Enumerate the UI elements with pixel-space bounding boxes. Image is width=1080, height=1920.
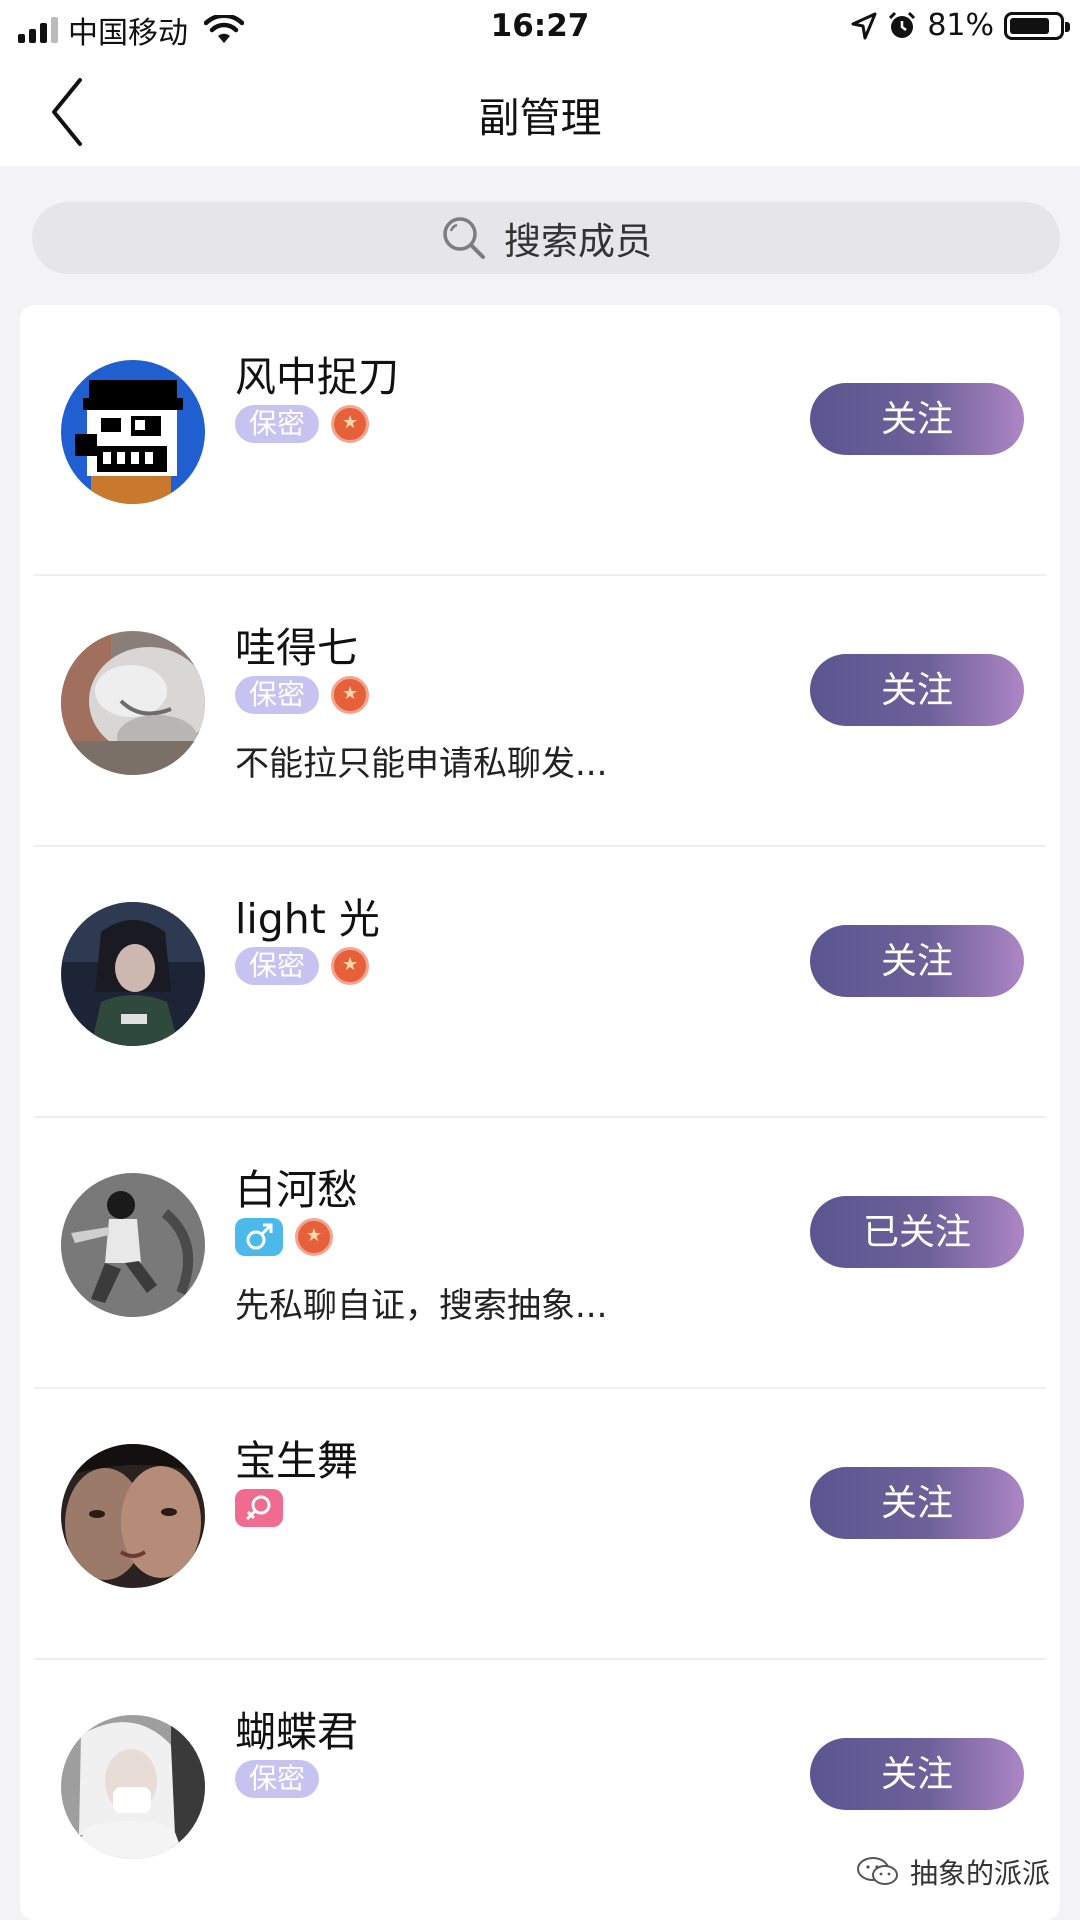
member-tags: 保密 xyxy=(235,947,370,985)
status-bar: 中国移动 16:27 81% xyxy=(0,0,1080,56)
medal-icon xyxy=(331,947,370,985)
member-tags: 保密 xyxy=(235,676,370,714)
follow-button[interactable]: 关注 xyxy=(810,654,1024,726)
battery-percent: 81% xyxy=(927,8,994,43)
member-name: 白河愁 xyxy=(235,1166,358,1214)
member-bio: 先私聊自证，搜索抽象... xyxy=(235,1286,608,1326)
member-tags: 保密 xyxy=(235,1760,320,1798)
member-name: 蝴蝶君 xyxy=(235,1708,358,1756)
list-item[interactable]: 白河愁 先私聊自证，搜索抽象... 已关注 xyxy=(20,1118,1060,1389)
follow-button[interactable]: 关注 xyxy=(810,383,1024,455)
avatar[interactable] xyxy=(61,1715,205,1859)
medal-icon xyxy=(295,1218,333,1256)
alarm-icon xyxy=(889,11,916,38)
list-item[interactable]: 哇得七 保密 不能拉只能申请私聊发... 关注 xyxy=(20,576,1060,847)
list-item[interactable]: 宝生舞 关注 xyxy=(20,1389,1060,1660)
male-icon xyxy=(246,1223,273,1250)
avatar[interactable] xyxy=(61,360,205,504)
status-right: 81% xyxy=(851,8,1070,43)
follow-button[interactable]: 关注 xyxy=(810,1738,1024,1810)
member-tags: 保密 xyxy=(235,405,370,443)
member-name: 宝生舞 xyxy=(235,1437,358,1485)
gender-female-badge xyxy=(235,1489,283,1527)
member-name: 风中捉刀 xyxy=(235,353,399,401)
avatar[interactable] xyxy=(61,1173,205,1317)
member-bio: 不能拉只能申请私聊发... xyxy=(235,744,608,784)
search-placeholder: 搜索成员 xyxy=(504,220,652,263)
member-tags xyxy=(235,1489,283,1527)
gender-secret-badge: 保密 xyxy=(235,947,320,985)
watermark: 抽象的派派 xyxy=(856,1852,1050,1892)
member-tags xyxy=(235,1218,333,1256)
gender-male-badge xyxy=(235,1218,283,1256)
member-name: light 光 xyxy=(235,895,380,943)
location-arrow-icon xyxy=(851,12,877,39)
female-icon xyxy=(245,1495,271,1521)
battery-icon xyxy=(1004,11,1070,40)
medal-icon xyxy=(331,676,370,714)
watermark-text: 抽象的派派 xyxy=(909,1857,1050,1890)
follow-button[interactable]: 关注 xyxy=(810,925,1024,997)
avatar[interactable] xyxy=(61,631,205,775)
medal-icon xyxy=(331,405,370,443)
follow-button[interactable]: 关注 xyxy=(810,1467,1024,1539)
list-item[interactable]: 风中捉刀 保密 关注 xyxy=(20,305,1060,576)
nav-bar: 副管理 xyxy=(0,56,1080,166)
list-item[interactable]: light 光 保密 关注 xyxy=(20,847,1060,1118)
avatar[interactable] xyxy=(61,1444,205,1588)
followed-button[interactable]: 已关注 xyxy=(810,1196,1024,1268)
search-input[interactable]: 搜索成员 xyxy=(32,202,1060,274)
gender-secret-badge: 保密 xyxy=(235,676,320,714)
member-name: 哇得七 xyxy=(235,624,358,672)
wechat-icon xyxy=(856,1857,898,1885)
gender-secret-badge: 保密 xyxy=(235,1760,320,1798)
battery-fill xyxy=(1010,17,1049,34)
gender-secret-badge: 保密 xyxy=(235,405,320,443)
avatar[interactable] xyxy=(61,902,205,1046)
page-title: 副管理 xyxy=(478,94,602,142)
search-icon xyxy=(443,217,485,259)
member-list: 风中捉刀 保密 关注 哇得七 保密 不能拉只能申请私聊发... 关注 xyxy=(20,305,1060,1920)
